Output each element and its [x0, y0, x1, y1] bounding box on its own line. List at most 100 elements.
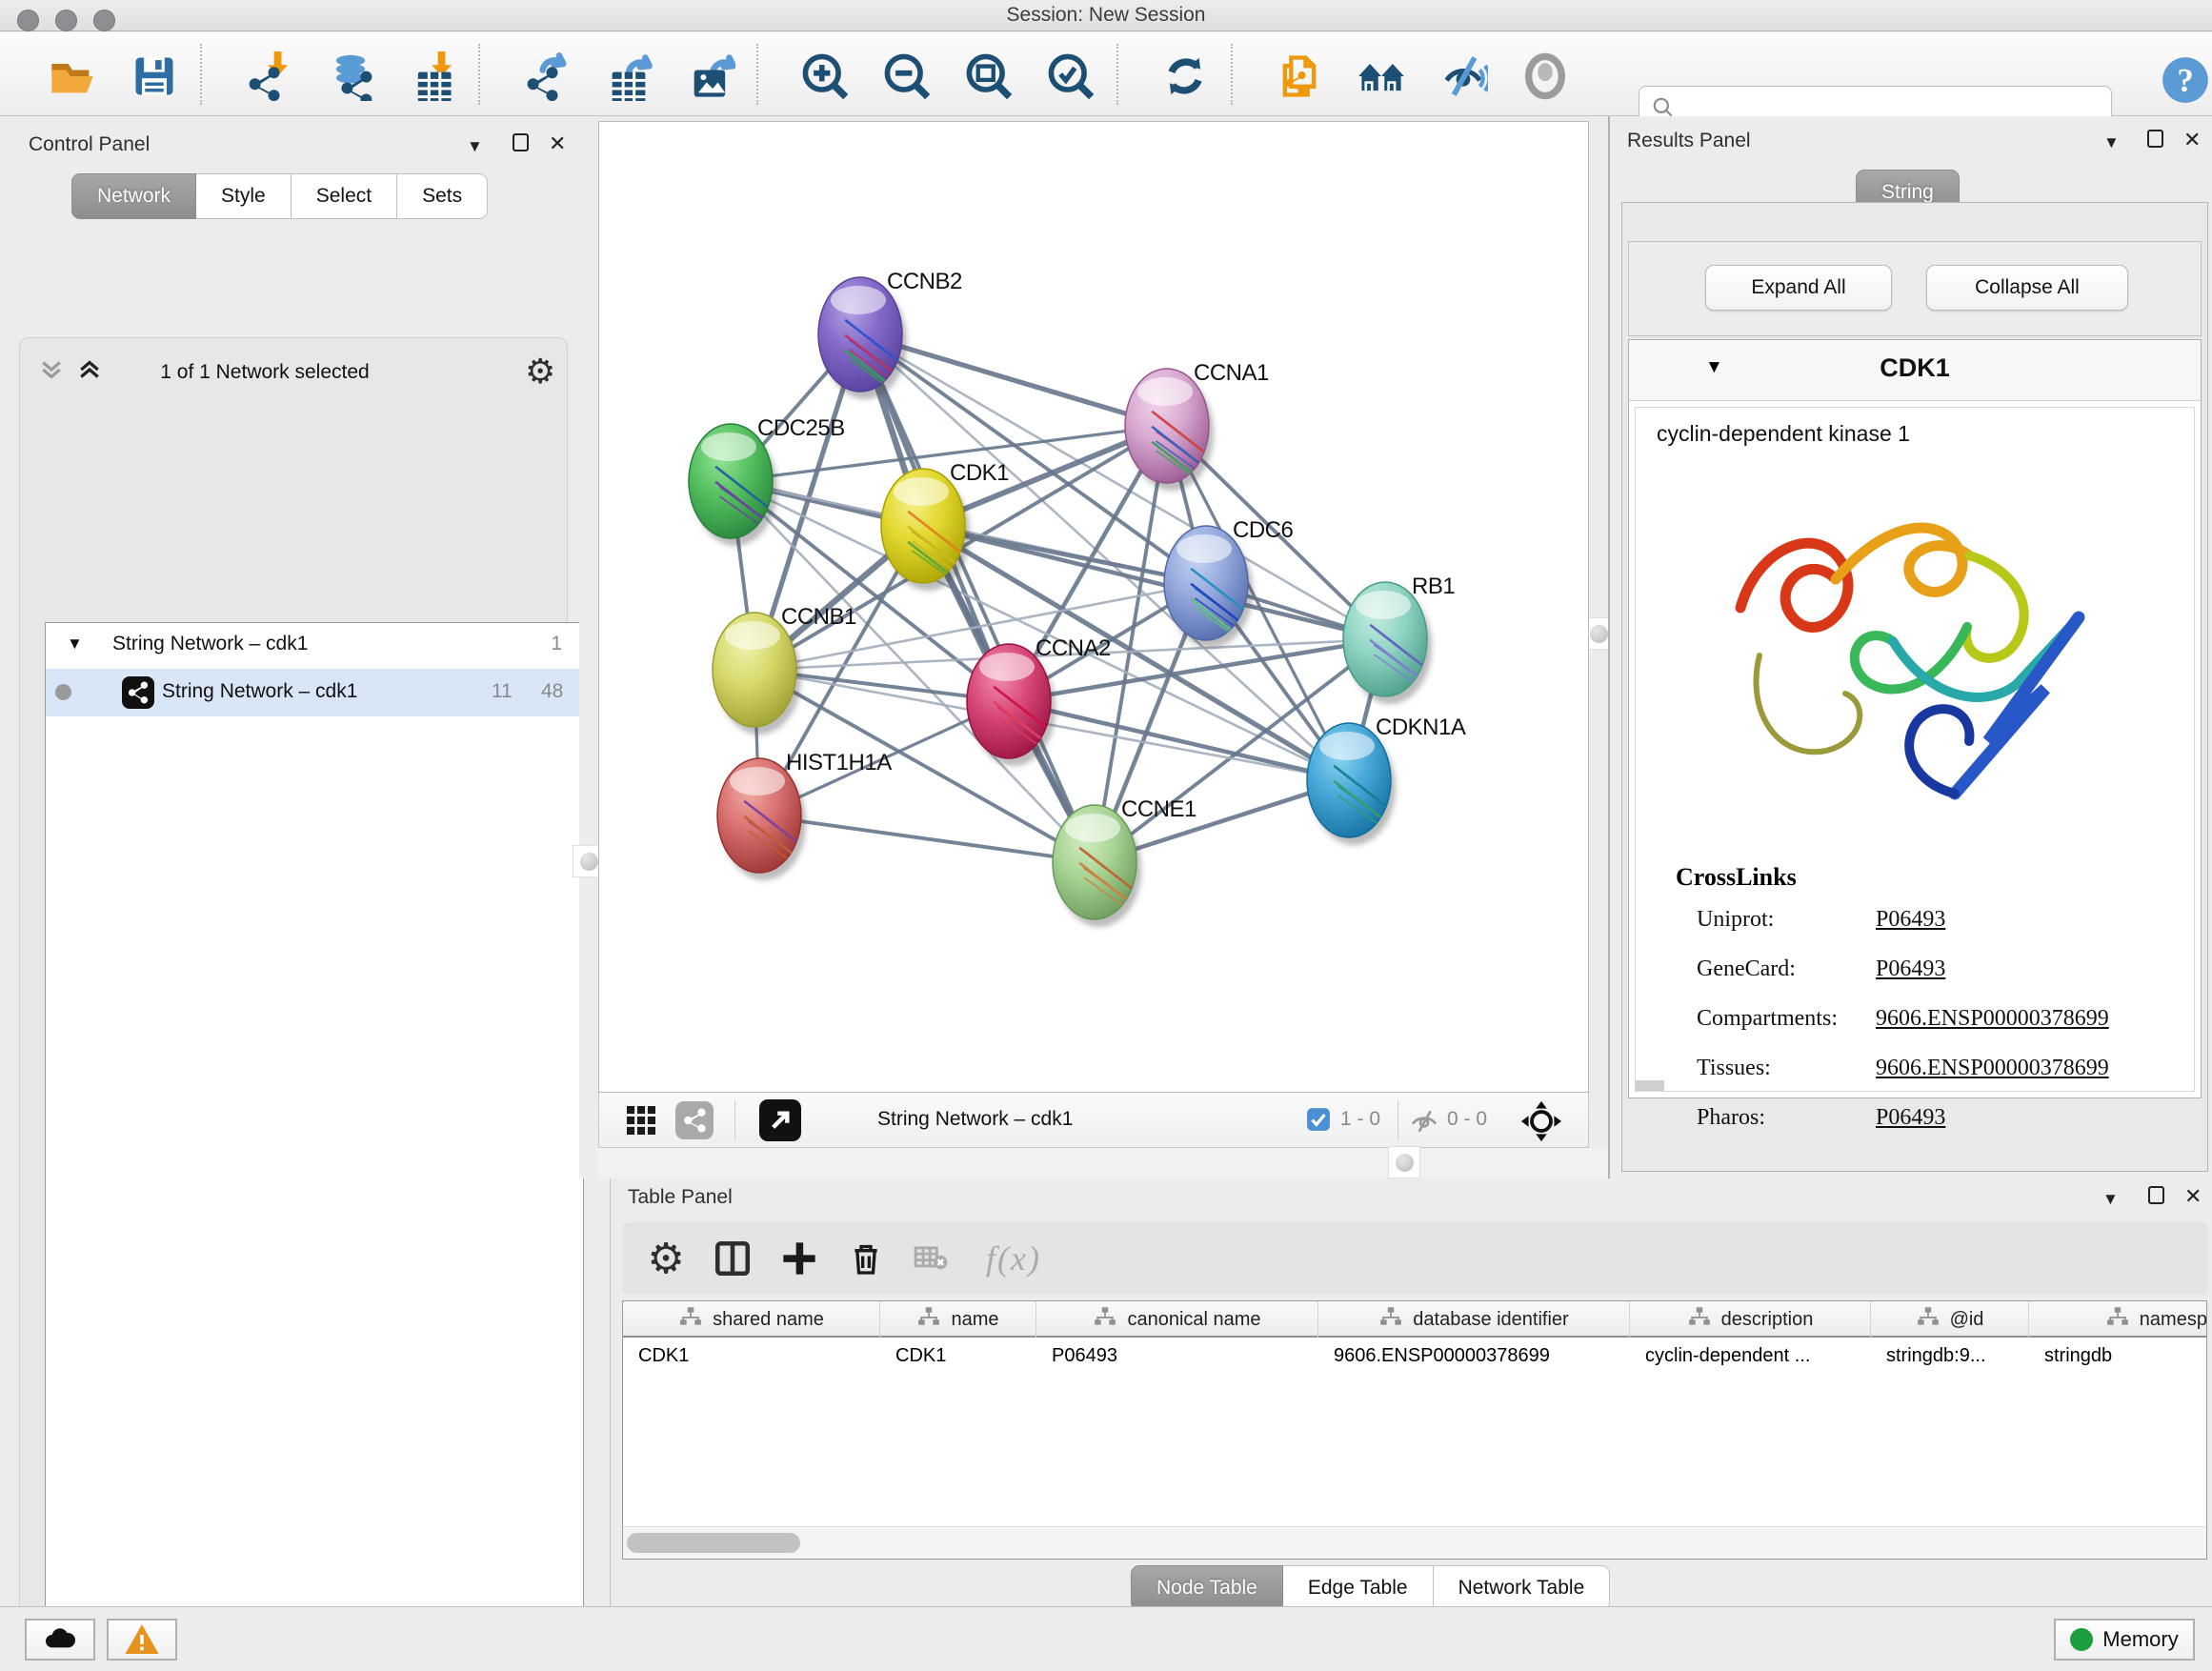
- string-view-icon[interactable]: [675, 1101, 714, 1139]
- column-header-description[interactable]: description: [1630, 1301, 1871, 1338]
- collection-expander-icon[interactable]: ▼: [67, 634, 83, 654]
- tab-style[interactable]: Style: [196, 173, 292, 219]
- network-options-gear-icon[interactable]: ⚙: [525, 352, 555, 392]
- export-table-button[interactable]: [602, 50, 655, 103]
- export-image-button[interactable]: [684, 50, 737, 103]
- crosslink-value-link[interactable]: P06493: [1876, 956, 1945, 982]
- table-panel-menu-button[interactable]: ▼: [2102, 1188, 2119, 1210]
- network-collection-row[interactable]: ▼ String Network – cdk1 1: [46, 627, 583, 667]
- help-button[interactable]: ?: [2159, 53, 2212, 107]
- tab-sets[interactable]: Sets: [397, 173, 488, 219]
- export-network-button[interactable]: [520, 50, 573, 103]
- horizontal-splitter-handle[interactable]: [1388, 1146, 1420, 1178]
- table-cell[interactable]: stringdb:9...: [1871, 1339, 2029, 1372]
- results-hscroll-thumb[interactable]: [1636, 1080, 1664, 1091]
- zoom-out-icon: [882, 51, 932, 101]
- column-header-databaseidentifier[interactable]: database identifier: [1318, 1301, 1630, 1338]
- tree-icon: [678, 1304, 703, 1335]
- network-node-CCNA2[interactable]: CCNA2: [967, 635, 1111, 766]
- network-node-HIST1H1A[interactable]: HIST1H1A: [717, 750, 892, 880]
- network-edge[interactable]: [923, 526, 1385, 639]
- selected-checkbox-icon[interactable]: [1306, 1107, 1331, 1137]
- collapse-all-button[interactable]: Collapse All: [1926, 265, 2128, 311]
- table-hscrollbar-thumb[interactable]: [627, 1533, 800, 1553]
- table-options-gear-icon[interactable]: ⚙: [643, 1236, 689, 1281]
- column-header-id[interactable]: @id: [1871, 1301, 2029, 1338]
- network-node-CCNE1[interactable]: CCNE1: [1053, 796, 1196, 927]
- left-splitter[interactable]: [579, 116, 598, 1178]
- open-view-icon[interactable]: [759, 1099, 801, 1141]
- network-node-CDKN1A[interactable]: CDKN1A: [1307, 715, 1466, 845]
- import-network-button[interactable]: [242, 50, 295, 103]
- network-edge[interactable]: [860, 334, 1095, 862]
- hidden-eye-icon[interactable]: [1409, 1106, 1439, 1141]
- network-edge[interactable]: [1009, 701, 1349, 780]
- save-session-button[interactable]: [128, 50, 181, 103]
- zoom-in-button[interactable]: [798, 50, 852, 103]
- column-header-namespace[interactable]: namespace: [2029, 1301, 2207, 1338]
- cloud-status-button[interactable]: [25, 1619, 95, 1661]
- network-node-RB1[interactable]: RB1: [1343, 574, 1455, 704]
- zoom-selected-button[interactable]: [1044, 50, 1097, 103]
- table-cell[interactable]: 9606.ENSP00000378699: [1318, 1339, 1630, 1372]
- table-panel-close-button[interactable]: ✕: [2184, 1184, 2202, 1209]
- column-header-canonicalname[interactable]: canonical name: [1036, 1301, 1318, 1338]
- cloud-icon: [41, 1621, 79, 1659]
- network-current-dot: [55, 684, 71, 700]
- home-button[interactable]: [1355, 50, 1408, 103]
- control-panel-float-button[interactable]: [513, 133, 529, 157]
- expand-all-button[interactable]: Expand All: [1705, 265, 1892, 311]
- tab-select[interactable]: Select: [292, 173, 397, 219]
- tab-edge-table[interactable]: Edge Table: [1283, 1565, 1434, 1611]
- table-cell[interactable]: CDK1: [880, 1339, 1036, 1372]
- memory-button[interactable]: Memory: [2054, 1619, 2195, 1661]
- table-panel-float-button[interactable]: [2148, 1186, 2164, 1210]
- add-column-icon[interactable]: [776, 1236, 822, 1281]
- tab-node-table[interactable]: Node Table: [1131, 1565, 1283, 1611]
- results-panel-menu-button[interactable]: ▼: [2103, 131, 2120, 153]
- gene-section-header[interactable]: ▼ CDK1: [1629, 340, 2201, 401]
- table-cell[interactable]: P06493: [1036, 1339, 1318, 1372]
- column-header-name[interactable]: name: [880, 1301, 1036, 1338]
- right-splitter[interactable]: [1589, 116, 1608, 1178]
- crosslink-value-link[interactable]: P06493: [1876, 907, 1945, 933]
- grid-view-icon[interactable]: [624, 1103, 658, 1142]
- table-hscrollbar[interactable]: [623, 1526, 2206, 1559]
- crosslink-value-link[interactable]: 9606.ENSP00000378699: [1876, 1006, 2109, 1032]
- warning-button[interactable]: [107, 1619, 177, 1661]
- network-row[interactable]: String Network – cdk1 11 48: [46, 669, 583, 716]
- control-panel-close-button[interactable]: ✕: [549, 131, 566, 156]
- network-edge[interactable]: [759, 815, 1095, 862]
- apply-layout-button[interactable]: [1158, 50, 1212, 103]
- network-canvas[interactable]: CCNB2CCNA1CDC25BCDK1CDC6RB1CCNB1CCNA2CDK…: [598, 121, 1589, 1093]
- open-session-button[interactable]: [46, 50, 99, 103]
- results-panel-close-button[interactable]: ✕: [2183, 128, 2201, 152]
- control-panel-menu-button[interactable]: ▼: [467, 135, 483, 157]
- table-cell[interactable]: cyclin-dependent ...: [1630, 1339, 1871, 1372]
- delete-column-icon[interactable]: [843, 1236, 889, 1281]
- import-network-from-database-button[interactable]: [324, 50, 377, 103]
- import-table-button[interactable]: [406, 50, 459, 103]
- crosslink-value-link[interactable]: P06493: [1876, 1105, 1945, 1131]
- network-node-CCNB2[interactable]: CCNB2: [818, 269, 962, 411]
- table-cell[interactable]: CDK1: [623, 1339, 880, 1372]
- delete-table-icon[interactable]: [908, 1236, 954, 1281]
- selected-counts: 1 - 0: [1340, 1108, 1380, 1131]
- tab-network[interactable]: Network: [71, 173, 196, 219]
- hide-selected-button[interactable]: [1437, 50, 1490, 103]
- column-header-sharedname[interactable]: shared name: [623, 1301, 880, 1338]
- show-all-button[interactable]: [1518, 50, 1572, 103]
- table-cell[interactable]: stringdb: [2029, 1339, 2207, 1372]
- function-builder-icon[interactable]: f(x): [971, 1236, 1056, 1281]
- clone-network-button[interactable]: [1273, 50, 1326, 103]
- network-edge-count: 48: [541, 680, 563, 703]
- zoom-out-button[interactable]: [880, 50, 934, 103]
- tab-network-table[interactable]: Network Table: [1434, 1565, 1611, 1611]
- birdseye-crosshair-icon[interactable]: [1519, 1099, 1563, 1148]
- show-columns-icon[interactable]: [710, 1236, 755, 1281]
- zoom-fit-button[interactable]: [962, 50, 1016, 103]
- network-node-CCNA1[interactable]: CCNA1: [1125, 360, 1269, 502]
- crosslink-value-link[interactable]: 9606.ENSP00000378699: [1876, 1056, 2109, 1081]
- results-panel-float-button[interactable]: [2147, 130, 2163, 153]
- table-row[interactable]: CDK1CDK1P064939606.ENSP00000378699cyclin…: [623, 1339, 2207, 1372]
